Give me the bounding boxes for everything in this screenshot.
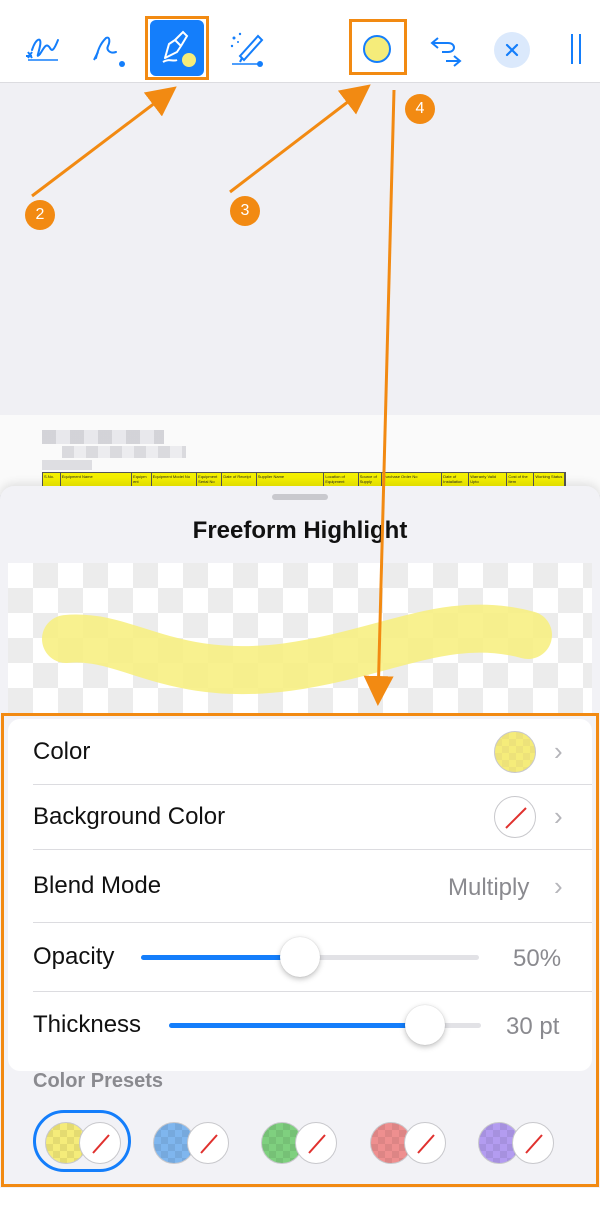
color-tool-callout [349,19,407,75]
more-icon [571,34,581,64]
redacted-text [42,460,92,470]
table-header-cell: Location of Equipment [324,473,359,487]
table-header-cell: Date of Receipt [222,473,257,487]
table-header-cell: Equipment Serial No [197,473,223,487]
home-indicator-area [0,1188,600,1216]
document-canvas[interactable] [0,83,600,415]
sheet-grabber[interactable] [272,494,328,500]
redacted-text [42,430,164,444]
table-header-cell: Source of Supply [359,473,383,487]
magic-ink-icon [230,32,264,67]
step-badge-4: 4 [405,94,435,124]
table-header-cell: Date of Installation [442,473,470,487]
table-header-cell: Equipm ent [132,473,152,487]
highlight-stroke-preview [42,604,552,695]
table-header-cell: Working Status [534,473,566,487]
signature-icon [26,38,59,61]
stroke-preview [8,563,592,715]
table-header-cell: Supplier Name [257,473,325,487]
more-button[interactable] [564,30,588,68]
step-badge-2: 2 [25,200,55,230]
table-header-cell: Cost of the Item [507,473,535,487]
ink-tool-button[interactable] [86,26,130,70]
ink-pen-icon [93,36,125,67]
undo-redo-button[interactable] [424,26,468,70]
table-header-cell: Warranty Valid Upto [469,473,508,487]
close-button[interactable] [494,32,530,68]
redacted-text [62,446,186,458]
magic-ink-tool-button[interactable] [224,26,268,70]
table-header-cell: Equipment Name [61,473,133,487]
step-badge-3: 3 [230,196,260,226]
table-header-cell: Purchase Order No [382,473,443,487]
sheet-title: Freeform Highlight [192,517,408,544]
signature-tool-button[interactable] [20,26,64,70]
settings-callout [1,713,599,1187]
table-header-cell: Equipment Model No [152,473,198,487]
close-icon [505,43,519,57]
table-header-cell: S.No. [43,473,61,487]
undo-redo-icon [430,37,462,67]
annotation-toolbar [0,0,600,83]
highlight-tool-callout [145,16,209,80]
